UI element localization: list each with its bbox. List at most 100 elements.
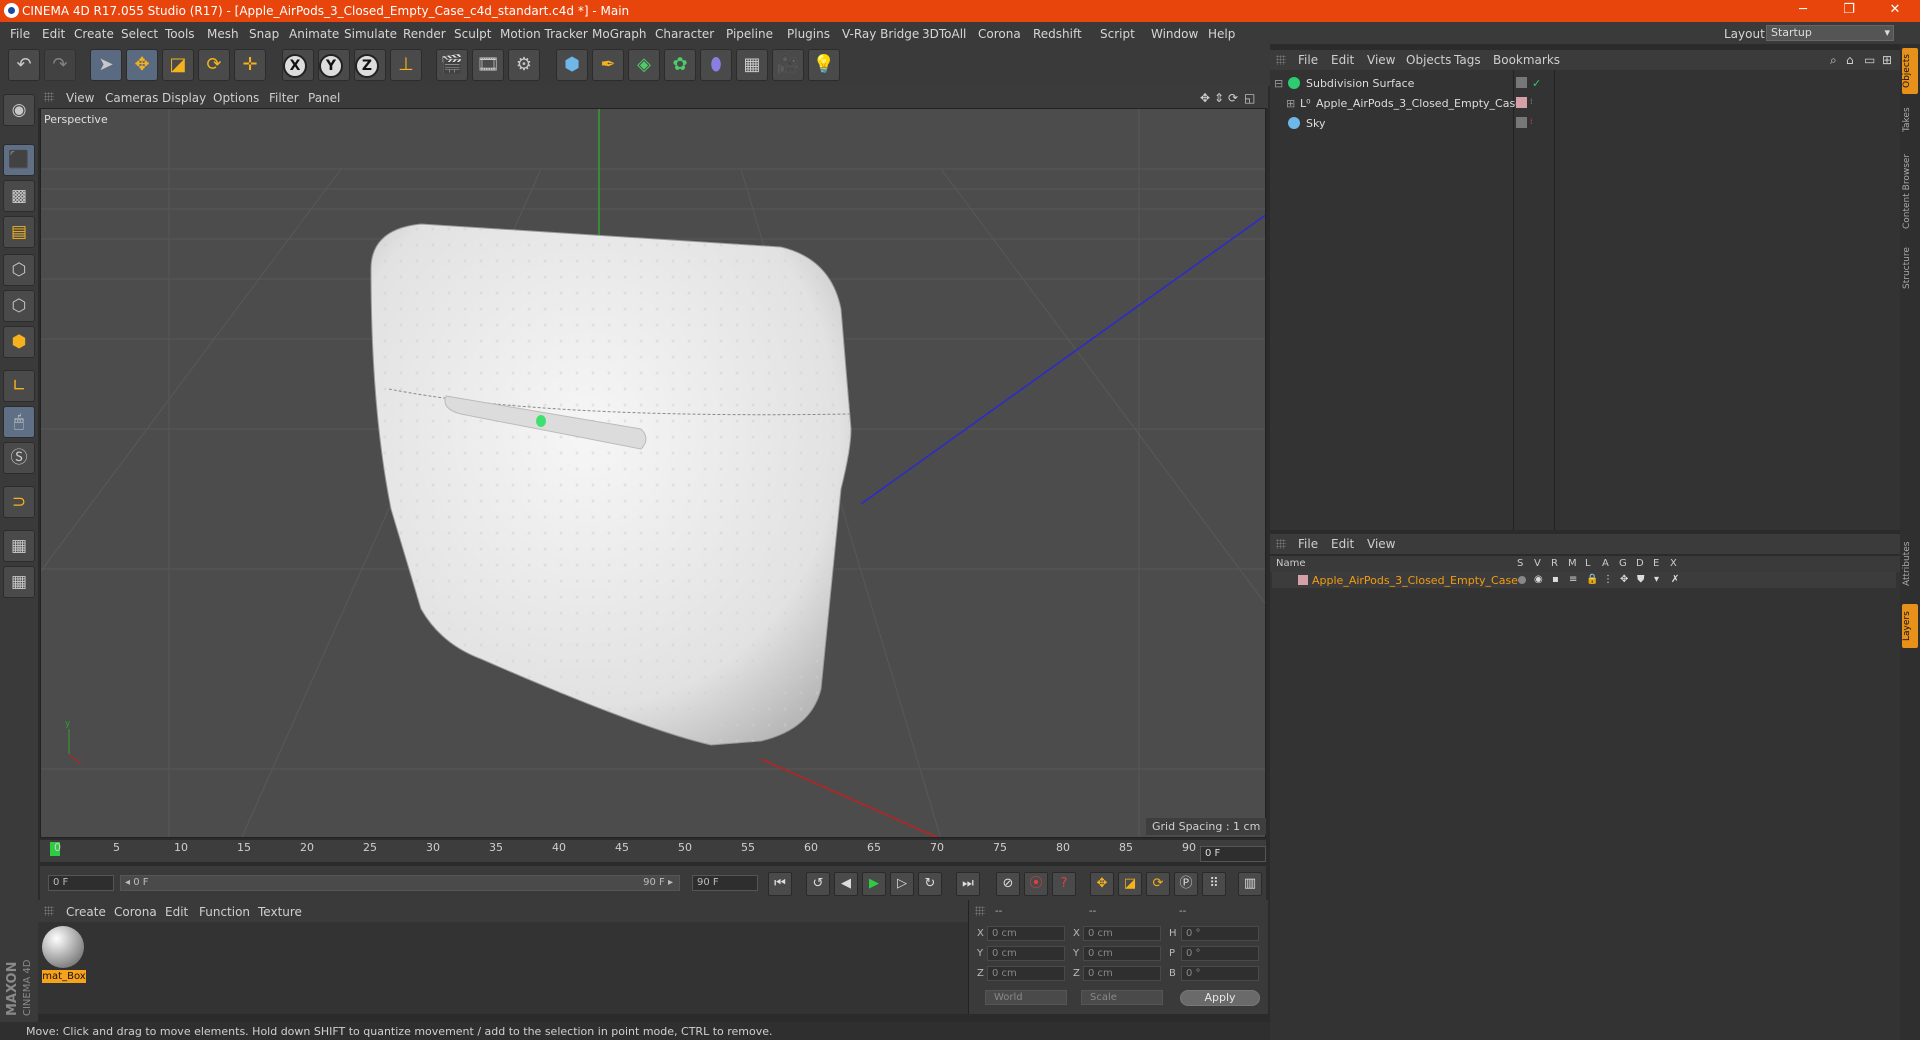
render-view-button[interactable]: 🎬 bbox=[436, 49, 468, 81]
layer-color-swatch[interactable] bbox=[1516, 97, 1527, 108]
layer-menu-edit[interactable]: Edit bbox=[1331, 537, 1354, 551]
live-selection-button[interactable]: ➤ bbox=[90, 49, 122, 81]
go-to-start-button[interactable]: ⏮ bbox=[768, 872, 792, 896]
tab-takes[interactable]: Takes bbox=[1902, 100, 1918, 140]
column-generators[interactable]: G bbox=[1619, 558, 1627, 569]
go-to-end-button[interactable]: ⏭ bbox=[956, 872, 980, 896]
expression-icon[interactable]: ▾ bbox=[1654, 574, 1659, 585]
rotate-tool-button[interactable]: ⟳ bbox=[198, 49, 230, 81]
material-menu-function[interactable]: Function bbox=[199, 905, 250, 919]
material-menu-texture[interactable]: Texture bbox=[258, 905, 302, 919]
home-icon[interactable]: ⌂ bbox=[1846, 53, 1854, 67]
render-picture-viewer-button[interactable]: 🎞 bbox=[472, 49, 504, 81]
obj-menu-bookmarks[interactable]: Bookmarks bbox=[1493, 53, 1560, 67]
tweak-mode-button[interactable]: 🖱 bbox=[3, 406, 35, 438]
obj-menu-objects[interactable]: Objects bbox=[1406, 53, 1451, 67]
cloner-button[interactable]: ✿ bbox=[664, 49, 696, 81]
key-parameter-button[interactable]: Ⓟ bbox=[1174, 872, 1198, 896]
menu-edit[interactable]: Edit bbox=[42, 27, 65, 41]
obj-menu-view[interactable]: View bbox=[1367, 53, 1395, 67]
xref-icon[interactable]: ✗ bbox=[1671, 574, 1679, 585]
render-clapper-icon[interactable]: ▪ bbox=[1552, 574, 1559, 585]
render-settings-button[interactable]: ⚙ bbox=[508, 49, 540, 81]
keyframe-selection-button[interactable]: ? bbox=[1052, 872, 1076, 896]
size-z-field[interactable]: 0 cm bbox=[1083, 966, 1161, 981]
key-scale-button[interactable]: ◪ bbox=[1118, 872, 1142, 896]
points-mode-button[interactable]: ⬡ bbox=[3, 254, 35, 286]
light-button[interactable]: 💡 bbox=[808, 49, 840, 81]
preview-range-slider[interactable]: ◂ 0 F 90 F ▸ bbox=[120, 875, 680, 891]
obj-menu-tags[interactable]: Tags bbox=[1454, 53, 1481, 67]
menu-character[interactable]: Character bbox=[655, 27, 714, 41]
viewport-menu-options[interactable]: Options bbox=[213, 91, 259, 105]
perspective-viewport[interactable]: y bbox=[40, 108, 1266, 838]
airpods-case-model[interactable] bbox=[370, 223, 852, 746]
model-mode-button[interactable]: ⬛ bbox=[3, 144, 35, 176]
lock-icon[interactable]: 🔒 bbox=[1586, 574, 1598, 585]
menu-mograph[interactable]: MoGraph bbox=[592, 27, 647, 41]
layer-menu-file[interactable]: File bbox=[1298, 537, 1318, 551]
animation-icon[interactable]: ⋮ bbox=[1603, 574, 1613, 585]
workplane-lock-button[interactable]: ▦ bbox=[3, 530, 35, 562]
manager-icon[interactable]: ≡ bbox=[1569, 574, 1577, 585]
viewport-maximize-icon[interactable]: ◱ bbox=[1244, 91, 1255, 105]
object-row-subdivision-surface[interactable]: ⊟ Subdivision Surface ✓ bbox=[1272, 74, 1896, 92]
column-animation[interactable]: A bbox=[1602, 558, 1609, 569]
y-axis-button[interactable]: Y bbox=[318, 49, 350, 81]
material-menu-edit[interactable]: Edit bbox=[165, 905, 188, 919]
enabled-check-icon[interactable]: ✓ bbox=[1532, 77, 1541, 90]
obj-menu-file[interactable]: File bbox=[1298, 53, 1318, 67]
texture-mode-button[interactable]: ▩ bbox=[3, 180, 35, 212]
object-axis-handle[interactable] bbox=[536, 415, 546, 427]
obj-menu-edit[interactable]: Edit bbox=[1331, 53, 1354, 67]
visibility-toggle-icon[interactable] bbox=[1516, 117, 1527, 128]
pos-x-field[interactable]: 0 cm bbox=[987, 926, 1065, 941]
layer-menu-view[interactable]: View bbox=[1367, 537, 1395, 551]
material-name-label[interactable]: mat_Box bbox=[42, 970, 86, 983]
end-frame-field[interactable]: 90 F bbox=[692, 875, 758, 891]
tab-structure[interactable]: Structure bbox=[1902, 242, 1918, 294]
rot-b-field[interactable]: 0 ° bbox=[1181, 966, 1259, 981]
deformer-icon[interactable]: ⛊ bbox=[1637, 574, 1645, 585]
coordinate-system-button[interactable]: ⊥ bbox=[390, 49, 422, 81]
subdivision-button[interactable]: ◈ bbox=[628, 49, 660, 81]
key-pla-button[interactable]: ⠿ bbox=[1202, 872, 1226, 896]
object-row-airpods-case[interactable]: ⊞ L⁰ Apple_AirPods_3_Closed_Empty_Case ⁞ bbox=[1272, 94, 1896, 112]
key-position-button[interactable]: ✥ bbox=[1090, 872, 1114, 896]
menu-render[interactable]: Render bbox=[403, 27, 446, 41]
object-row-sky[interactable]: Sky ⁞ bbox=[1272, 114, 1896, 132]
camera-button[interactable]: 🎥 bbox=[772, 49, 804, 81]
viewport-menu-panel[interactable]: Panel bbox=[308, 91, 340, 105]
size-y-field[interactable]: 0 cm bbox=[1083, 946, 1161, 961]
rot-h-field[interactable]: 0 ° bbox=[1181, 926, 1259, 941]
key-rotation-button[interactable]: ⟳ bbox=[1146, 872, 1170, 896]
layer-name[interactable]: Apple_AirPods_3_Closed_Empty_Case bbox=[1312, 574, 1518, 587]
viewport-rotate-icon[interactable]: ⟳ bbox=[1228, 91, 1238, 105]
viewport-menu-display[interactable]: Display bbox=[162, 91, 206, 105]
apply-button[interactable]: Apply bbox=[1180, 990, 1260, 1006]
workplane-button[interactable]: ▤ bbox=[3, 216, 35, 248]
menu-script[interactable]: Script bbox=[1100, 27, 1135, 41]
column-view[interactable]: V bbox=[1534, 558, 1541, 569]
menu-select[interactable]: Select bbox=[121, 27, 158, 41]
edges-mode-button[interactable]: ⬡ bbox=[3, 290, 35, 322]
timeline-ruler[interactable]: 0 5 10 15 20 25 30 35 40 45 50 55 60 65 … bbox=[40, 840, 1266, 862]
previous-key-button[interactable]: ↺ bbox=[806, 872, 830, 896]
column-locked[interactable]: L bbox=[1585, 558, 1591, 569]
next-frame-button[interactable]: ▷ bbox=[890, 872, 914, 896]
menu-pipeline[interactable]: Pipeline bbox=[726, 27, 773, 41]
column-deformers[interactable]: D bbox=[1636, 558, 1644, 569]
viewport-menu-view[interactable]: View bbox=[66, 91, 94, 105]
viewport-move-icon[interactable]: ✥ bbox=[1200, 91, 1210, 105]
column-render[interactable]: R bbox=[1551, 558, 1558, 569]
viewport-zoom-icon[interactable]: ⇕ bbox=[1214, 91, 1224, 105]
x-axis-button[interactable]: X bbox=[282, 49, 314, 81]
menu-redshift[interactable]: Redshift bbox=[1033, 27, 1082, 41]
menu-sculpt[interactable]: Sculpt bbox=[454, 27, 491, 41]
expand-toggle-icon[interactable]: ⊞ bbox=[1286, 97, 1295, 110]
axis-mode-button[interactable]: ∟ bbox=[3, 370, 35, 402]
record-button[interactable]: ⊘ bbox=[996, 872, 1020, 896]
polygons-mode-button[interactable]: ⬢ bbox=[3, 326, 35, 358]
view-eye-icon[interactable]: ◉ bbox=[1534, 574, 1543, 585]
autokey-button[interactable]: ⦿ bbox=[1024, 872, 1048, 896]
